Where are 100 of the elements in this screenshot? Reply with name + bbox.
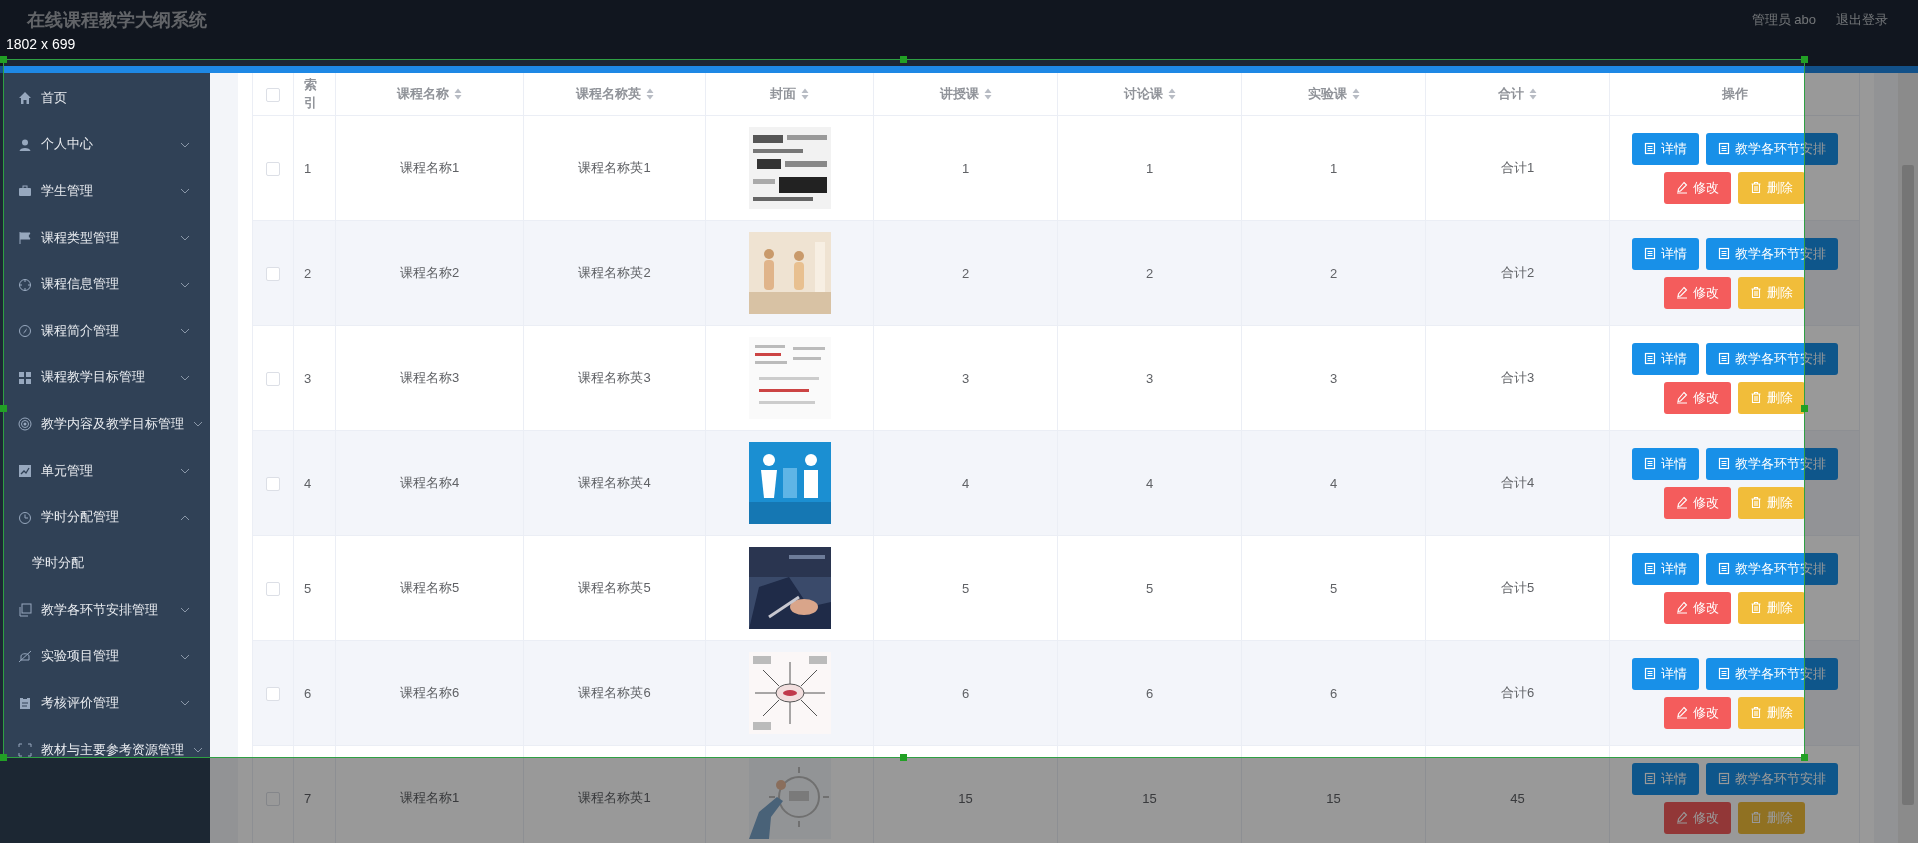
- edit-button[interactable]: 修改: [1664, 591, 1731, 624]
- scrollbar-track[interactable]: [1898, 73, 1918, 843]
- resize-handle[interactable]: [0, 405, 7, 412]
- table-cell: 课程名称5: [399, 580, 460, 595]
- table-cell: 2: [1145, 265, 1154, 281]
- sidebar-item[interactable]: 教学各环节安排管理: [0, 586, 210, 634]
- table-cell: 2: [304, 265, 312, 281]
- table-cell: 课程名称1: [399, 790, 460, 805]
- table-cell: 4: [1329, 475, 1338, 491]
- delete-button[interactable]: 删除: [1738, 591, 1805, 624]
- table-cell: 6: [304, 685, 312, 701]
- document-icon: [1643, 142, 1656, 155]
- column-header[interactable]: 讲授课: [939, 85, 979, 103]
- resize-handle[interactable]: [900, 56, 907, 63]
- edit-button[interactable]: 修改: [1664, 801, 1731, 834]
- sidebar-item[interactable]: 实验项目管理: [0, 633, 210, 681]
- info-button[interactable]: 详情: [1631, 342, 1699, 375]
- home-icon: [18, 91, 32, 106]
- sidebar-item[interactable]: 单元管理: [0, 447, 210, 495]
- delete-button[interactable]: 删除: [1738, 381, 1805, 414]
- edit-button[interactable]: 修改: [1664, 171, 1731, 204]
- resize-handle[interactable]: [1801, 405, 1808, 412]
- resize-handle[interactable]: [0, 56, 7, 63]
- sidebar-item[interactable]: 首页: [0, 75, 210, 122]
- edit-button[interactable]: 修改: [1664, 486, 1731, 519]
- info-button[interactable]: 详情: [1631, 447, 1699, 480]
- column-header[interactable]: 合计: [1498, 85, 1524, 103]
- sidebar-item[interactable]: 课程类型管理: [0, 214, 210, 262]
- briefcase-icon: [18, 184, 32, 199]
- info-button[interactable]: 详情: [1631, 237, 1699, 270]
- sidebar-subitem[interactable]: 学时分配: [0, 540, 84, 587]
- edit-button[interactable]: 修改: [1664, 276, 1731, 309]
- checkbox[interactable]: [266, 266, 280, 281]
- document-icon: [1717, 352, 1730, 365]
- info-button[interactable]: 详情: [1631, 762, 1699, 795]
- edit-button[interactable]: 修改: [1664, 381, 1731, 414]
- pencil-icon: [1676, 496, 1688, 509]
- sidebar-item[interactable]: 个人中心: [0, 121, 210, 169]
- resize-handle[interactable]: [1801, 754, 1808, 761]
- checkbox[interactable]: [266, 371, 280, 386]
- crosshair-icon: [18, 277, 32, 292]
- clock-icon: [18, 510, 32, 525]
- info-button[interactable]: 详情: [1631, 132, 1699, 165]
- sidebar-item[interactable]: 教材与主要参考资源管理: [0, 726, 210, 774]
- table-cell: 5: [1329, 580, 1338, 596]
- checkbox[interactable]: [266, 161, 280, 176]
- trash-icon: [1750, 601, 1762, 614]
- pencil-icon: [1676, 601, 1688, 614]
- info-button[interactable]: 详情: [1631, 552, 1699, 585]
- pencil-icon: [1676, 706, 1688, 719]
- sidebar-item[interactable]: 考核评价管理: [0, 680, 210, 727]
- table-cell: 课程名称英5: [578, 580, 651, 595]
- chart-icon: [18, 464, 32, 479]
- table-cell: 课程名称英1: [578, 160, 651, 175]
- trash-icon: [1750, 286, 1762, 299]
- sidebar-item[interactable]: 学生管理: [0, 168, 210, 215]
- bell-icon: [18, 649, 32, 664]
- table-cell: 合计4: [1500, 475, 1535, 490]
- info-button[interactable]: 教学各环节安排: [1705, 762, 1838, 795]
- target-icon: [18, 417, 32, 432]
- table-cell: 课程名称英2: [578, 265, 651, 280]
- table-cell: 课程名称2: [399, 265, 460, 280]
- column-header[interactable]: 课程名称英: [575, 85, 641, 103]
- table-cell: 45: [1510, 790, 1525, 806]
- table-cell: 15: [1326, 790, 1341, 806]
- checkbox[interactable]: [266, 581, 280, 596]
- table-cell: 课程名称6: [399, 685, 460, 700]
- size-label: 1802 x 699: [6, 36, 76, 52]
- document-icon: [1717, 247, 1730, 260]
- checkbox[interactable]: [266, 87, 280, 102]
- logout-link[interactable]: 退出登录: [1836, 11, 1888, 29]
- checkbox[interactable]: [266, 476, 280, 491]
- sidebar-item[interactable]: 课程教学目标管理: [0, 354, 210, 402]
- delete-button[interactable]: 删除: [1738, 486, 1805, 519]
- column-header[interactable]: 封面: [770, 85, 796, 103]
- column-header[interactable]: 课程名称: [397, 85, 449, 103]
- resize-handle[interactable]: [1801, 56, 1808, 63]
- table-cell: 3: [1145, 370, 1154, 386]
- table-cell: 合计2: [1500, 265, 1535, 280]
- delete-button[interactable]: 删除: [1738, 276, 1805, 309]
- document-icon: [1717, 772, 1730, 785]
- sidebar-item[interactable]: 教学内容及教学目标管理: [0, 401, 210, 448]
- document-icon: [1717, 457, 1730, 470]
- sidebar-item[interactable]: 学时分配管理: [0, 494, 210, 541]
- sidebar-item[interactable]: 课程简介管理: [0, 307, 210, 355]
- checkbox[interactable]: [266, 686, 280, 701]
- resize-handle[interactable]: [0, 754, 7, 761]
- column-header[interactable]: 实验课: [1307, 85, 1347, 103]
- column-header[interactable]: 操作: [1721, 85, 1748, 103]
- sidebar-item[interactable]: 课程信息管理: [0, 261, 210, 308]
- delete-button[interactable]: 删除: [1738, 171, 1805, 204]
- delete-button[interactable]: 删除: [1738, 696, 1805, 729]
- edit-button[interactable]: 修改: [1664, 696, 1731, 729]
- column-header[interactable]: 讨论课: [1123, 85, 1163, 103]
- table-cell: 6: [961, 685, 970, 701]
- table-cell: 4: [1145, 475, 1154, 491]
- table-cell: 1: [961, 160, 970, 176]
- resize-handle[interactable]: [900, 754, 907, 761]
- table-cell: 5: [1145, 580, 1154, 596]
- info-button[interactable]: 详情: [1631, 657, 1699, 690]
